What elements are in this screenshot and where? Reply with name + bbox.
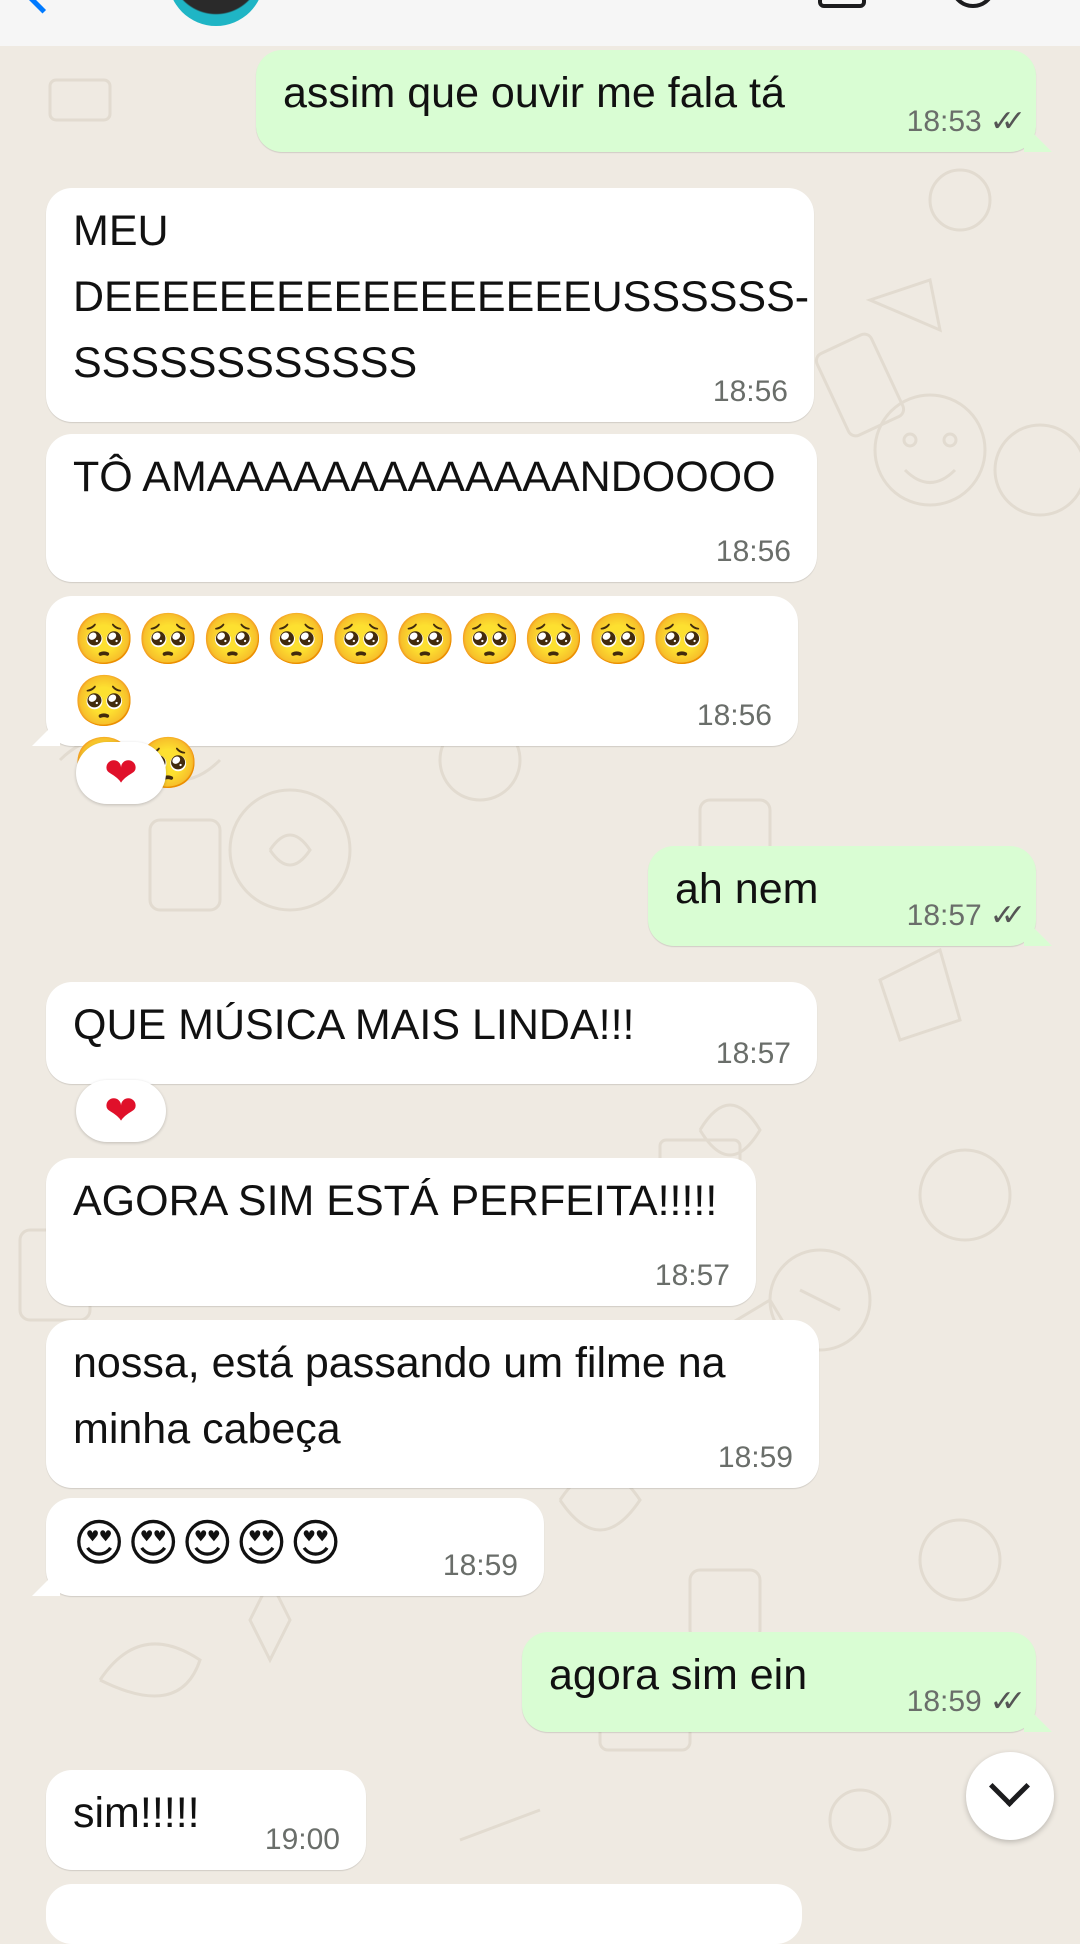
message-bubble-incoming[interactable] — [46, 1884, 802, 1944]
message-bubble-incoming[interactable]: QUE MÚSICA MAIS LINDA!!! 18:57 — [46, 982, 817, 1084]
bubble-tail — [1024, 918, 1052, 946]
message-bubble-incoming[interactable]: 😍😍😍😍😍 18:59 — [32, 1498, 544, 1596]
message-time: 18:57 — [906, 899, 982, 932]
message-text: QUE MÚSICA MAIS LINDA!!! — [73, 1001, 635, 1049]
double-check-icon: ✓✓ — [989, 899, 1026, 932]
scroll-to-bottom-button[interactable] — [966, 1752, 1054, 1840]
message-text: TÔ AMAAAAAAAAAAAAANDOOOO — [73, 453, 776, 501]
double-check-icon: ✓✓ — [989, 1685, 1026, 1718]
chat-header — [0, 0, 1080, 46]
chevron-left-icon[interactable] — [13, 0, 72, 14]
bubble-tail — [1024, 124, 1052, 152]
bubble-tail — [1024, 1704, 1052, 1732]
message-bubble-incoming[interactable]: sim!!!!! 19:00 — [46, 1770, 366, 1870]
message-time: 18:53 — [906, 105, 982, 138]
message-text: nossa, está passando um filme na minha c… — [73, 1339, 726, 1453]
message-bubble-outgoing[interactable]: assim que ouvir me fala tá 18:53 ✓✓ — [256, 50, 1052, 152]
message-bubble-incoming[interactable]: 🥺🥺🥺🥺🥺🥺🥺🥺🥺🥺🥺 🥺🥺 18:56 — [32, 596, 798, 792]
message-text: AGORA SIM ESTÁ PERFEITA!!!!! — [73, 1177, 718, 1225]
message-time: 18:56 — [712, 375, 788, 408]
message-emoji: 🥺🥺🥺🥺🥺🥺🥺🥺🥺🥺🥺 🥺🥺 — [73, 610, 716, 792]
message-time: 18:57 — [715, 1037, 791, 1070]
double-check-icon: ✓✓ — [989, 105, 1026, 138]
message-time: 18:59 — [717, 1441, 793, 1474]
message-time: 18:59 — [906, 1685, 982, 1718]
message-time: 19:00 — [264, 1823, 340, 1856]
message-bubble-outgoing[interactable]: agora sim ein 18:59 ✓✓ — [522, 1632, 1052, 1732]
message-time: 18:56 — [715, 535, 791, 568]
message-time: 18:57 — [654, 1259, 730, 1292]
message-bubble-incoming[interactable]: TÔ AMAAAAAAAAAAAAANDOOOO 18:56 — [46, 434, 817, 582]
message-bubble-incoming[interactable]: nossa, está passando um filme na minha c… — [46, 1320, 819, 1488]
bubble-tail — [32, 718, 60, 746]
message-meta: 18:53 ✓✓ — [906, 102, 1027, 142]
red-heart-icon[interactable]: ❤ — [76, 1080, 166, 1142]
message-meta: 18:57 ✓✓ — [906, 896, 1027, 936]
message-time: 18:59 — [442, 1549, 518, 1582]
message-bubble-outgoing[interactable]: ah nem 18:57 ✓✓ — [648, 846, 1052, 946]
bubble-tail — [32, 1568, 60, 1596]
message-time: 18:56 — [696, 699, 772, 732]
message-text: MEU DEEEEEEEEEEEEEEEEEUSSSSSS- SSSSSSSSS… — [73, 207, 810, 387]
red-heart-icon[interactable]: ❤ — [76, 742, 166, 804]
message-bubble-incoming[interactable]: MEU DEEEEEEEEEEEEEEEEEUSSSSSS- SSSSSSSSS… — [46, 188, 814, 422]
message-text: assim que ouvir me fala tá — [283, 69, 785, 117]
message-bubble-incoming[interactable]: AGORA SIM ESTÁ PERFEITA!!!!! 18:57 — [46, 1158, 756, 1306]
chevron-down-icon — [988, 1765, 1031, 1808]
avatar[interactable] — [168, 0, 264, 26]
video-call-icon[interactable] — [818, 0, 866, 8]
message-meta: 18:59 ✓✓ — [906, 1682, 1027, 1722]
phone-icon[interactable] — [950, 0, 996, 8]
